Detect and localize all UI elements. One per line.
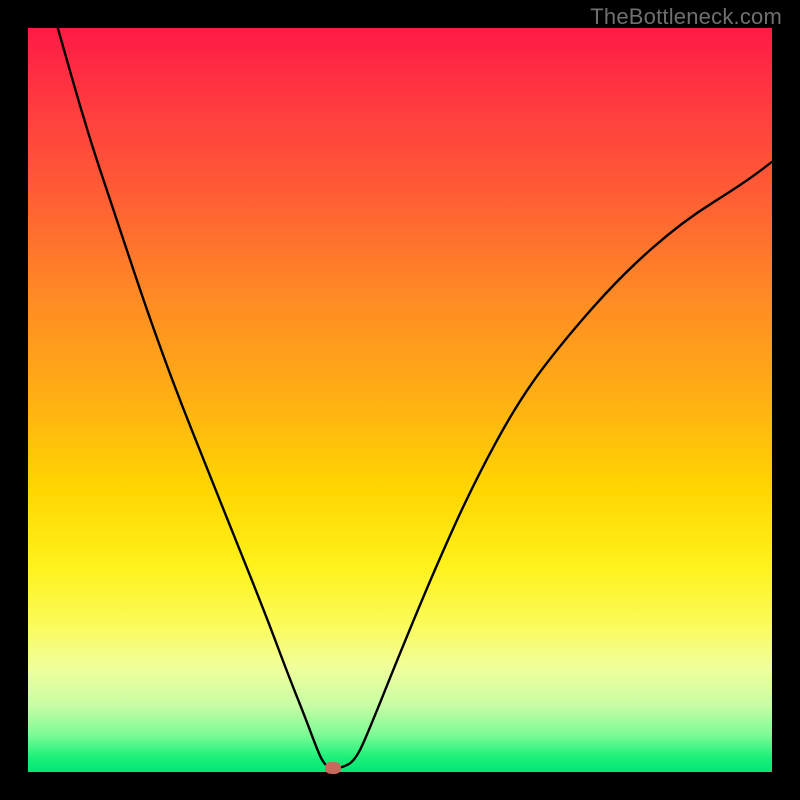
line-chart [28,28,772,772]
curve-path [58,28,772,768]
plot-area [28,28,772,772]
bottleneck-marker [325,762,341,774]
watermark-label: TheBottleneck.com [590,4,782,30]
